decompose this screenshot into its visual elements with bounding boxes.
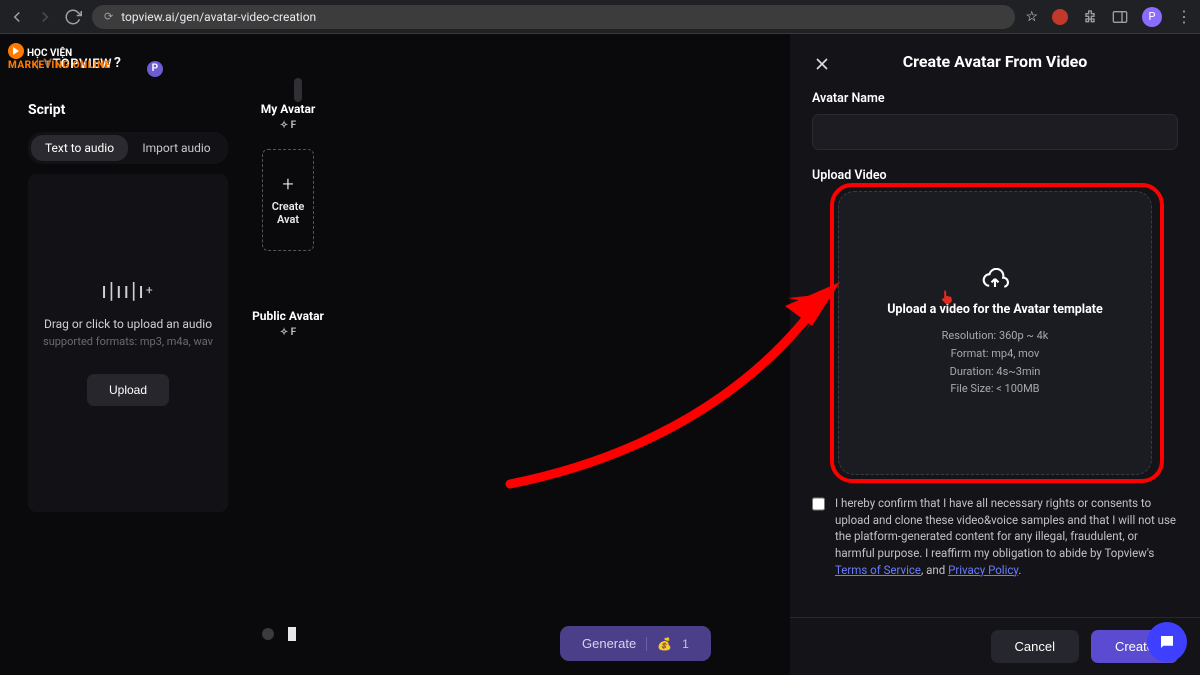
profile-avatar[interactable]: P [1142,7,1162,27]
script-panel: Script Text to audio Import audio ı|ıı|ı… [28,102,228,512]
divider [646,637,647,651]
sparkle-icon: ✧ F [280,120,296,133]
create-avatar-panel: Create Avatar From Video Avatar Name Upl… [790,34,1200,675]
my-avatar-label: My Avatar✧ F [248,102,328,133]
credit-icon: 💰 [657,637,672,651]
upload-audio-button[interactable]: Upload [87,374,169,406]
watermark-overlay: HỌC VIỆN MARKETING ONLINE [8,40,111,72]
pause-icon[interactable] [288,627,296,641]
bottom-controls [262,627,296,641]
script-title: Script [28,102,228,118]
privacy-link[interactable]: Privacy Policy [948,563,1018,577]
generate-button[interactable]: Generate 💰 1 [560,626,711,661]
site-info-icon[interactable]: ⟳ [104,10,113,23]
scrollbar-thumb[interactable] [294,78,302,102]
intercom-launcher[interactable] [1147,622,1187,662]
panel-title: Create Avatar From Video [903,52,1088,71]
upload-specs: Resolution: 360p ~ 4k Format: mp4, mov D… [942,327,1049,397]
bookmark-star-icon[interactable]: ☆ [1025,9,1038,25]
extension-icon[interactable] [1052,9,1068,25]
consent-row: I hereby confirm that I have all necessa… [812,495,1178,578]
browser-chrome: ⟳ topview.ai/gen/avatar-video-creation ☆… [0,0,1200,34]
generate-label: Generate [582,636,636,651]
close-icon[interactable] [812,54,832,74]
app-page: HỌC VIỆN MARKETING ONLINE | VTOPVIEW? P … [0,34,1200,675]
consent-checkbox[interactable] [812,497,825,511]
avatar-name-label: Avatar Name [812,91,1178,106]
help-icon[interactable]: ? [114,55,121,71]
consent-text: I hereby confirm that I have all necessa… [835,495,1178,578]
tab-import-audio[interactable]: Import audio [128,135,225,161]
dropzone-label: Drag or click to upload an audio [44,317,212,331]
audio-dropzone[interactable]: ı|ıı|ı+ Drag or click to upload an audio… [28,174,228,512]
plus-icon: + [282,174,293,194]
nav-reload-icon[interactable] [64,8,82,26]
dropzone-supported: supported formats: mp3, m4a, wav [43,335,213,348]
sparkle-icon: ✧ F [280,327,296,340]
credit-count: 1 [682,637,689,651]
extensions-puzzle-icon[interactable] [1082,9,1098,25]
tos-link[interactable]: Terms of Service [835,563,921,577]
create-avatar-tile[interactable]: + CreateAvat [262,149,314,251]
side-panel-icon[interactable] [1112,10,1128,24]
user-avatar-small[interactable]: P [147,61,163,77]
play-logo-icon [8,43,24,59]
tab-text-to-audio[interactable]: Text to audio [31,135,128,161]
upload-video-label: Upload Video [812,168,1178,183]
public-avatar-label: Public Avatar✧ F [248,309,328,340]
create-avatar-label: CreateAvat [272,200,305,226]
upload-video-dropzone[interactable]: Upload a video for the Avatar template R… [838,191,1152,475]
nav-back-icon[interactable] [8,8,26,26]
url-text: topview.ai/gen/avatar-video-creation [121,10,316,24]
nav-forward-icon[interactable] [36,8,54,26]
panel-divider [790,617,1200,618]
upload-box-title: Upload a video for the Avatar template [887,302,1103,317]
cancel-button[interactable]: Cancel [991,630,1079,663]
avatar-column: My Avatar✧ F + CreateAvat Public Avatar✧… [248,102,328,343]
cursor-pointer-icon [940,289,954,305]
dot-indicator[interactable] [262,628,274,640]
url-bar[interactable]: ⟳ topview.ai/gen/avatar-video-creation [92,5,1015,29]
cloud-upload-icon [981,268,1009,292]
avatar-name-input[interactable] [812,114,1178,150]
script-mode-segmented: Text to audio Import audio [28,132,228,164]
kebab-menu-icon[interactable]: ⋮ [1176,7,1192,26]
audio-waveform-icon: ı|ıı|ı+ [101,281,154,303]
